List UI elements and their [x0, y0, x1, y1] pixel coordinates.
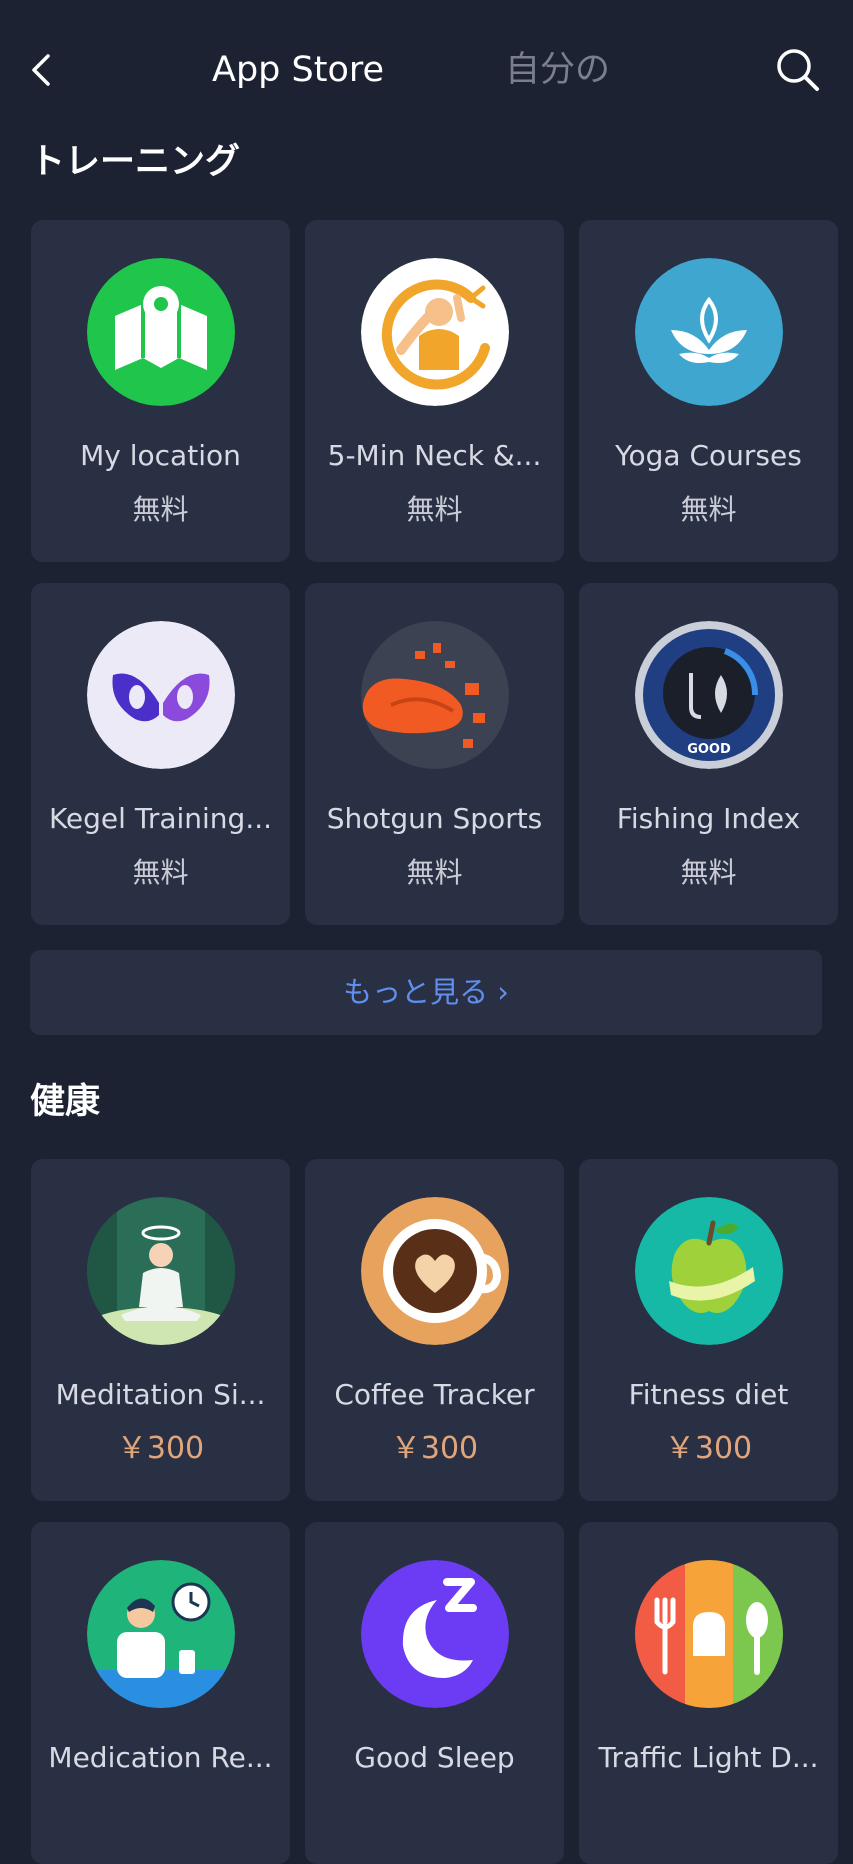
app-name: Kegel Training... [48, 802, 273, 835]
fishing-gauge-icon: GOOD [635, 621, 783, 769]
coffee-cup-icon [361, 1197, 509, 1345]
app-card-neck[interactable]: 5-Min Neck &... 無料 [305, 220, 564, 562]
app-card-shotgun[interactable]: Shotgun Sports 無料 [305, 583, 564, 925]
medication-reminder-icon [87, 1560, 235, 1708]
gauge-badge-text: GOOD [687, 742, 731, 757]
app-name: Fishing Index [616, 802, 801, 835]
app-price: 無料 [406, 856, 463, 889]
app-name: Yoga Courses [615, 439, 802, 472]
app-name: Good Sleep [354, 1741, 515, 1774]
app-price: 無料 [680, 493, 737, 526]
app-name: Meditation Si... [55, 1378, 266, 1411]
tab-app-store[interactable]: App Store [212, 48, 384, 92]
app-price: 無料 [132, 493, 189, 526]
app-price: 無料 [406, 493, 463, 526]
neck-stretch-icon [361, 258, 509, 406]
app-name: 5-Min Neck &... [327, 439, 542, 472]
section-title-health: 健康 [30, 1082, 101, 1122]
clay-target-icon [361, 621, 509, 769]
moon-sleep-icon [361, 1560, 509, 1708]
app-price: ￥300 [390, 1431, 479, 1466]
see-more-button[interactable]: もっと見る › [30, 950, 822, 1035]
app-card-fishing[interactable]: GOOD Fishing Index 無料 [579, 583, 838, 925]
back-button[interactable] [28, 50, 56, 90]
app-card-yoga[interactable]: Yoga Courses 無料 [579, 220, 838, 562]
app-card-coffee[interactable]: Coffee Tracker ￥300 [305, 1159, 564, 1501]
app-card-my-location[interactable]: My location 無料 [31, 220, 290, 562]
app-card-meditation[interactable]: Meditation Si... ￥300 [31, 1159, 290, 1501]
section-title-training: トレーニング [30, 142, 241, 182]
search-button[interactable] [774, 46, 822, 94]
meditation-icon [87, 1197, 235, 1345]
lotus-icon [635, 258, 783, 406]
top-bar: App Store 自分の [0, 0, 853, 140]
app-card-kegel[interactable]: Kegel Training... 無料 [31, 583, 290, 925]
app-card-good-sleep[interactable]: Good Sleep [305, 1522, 564, 1864]
app-card-medication[interactable]: Medication Re... [31, 1522, 290, 1864]
app-price: 無料 [680, 856, 737, 889]
app-card-traffic-light-diet[interactable]: Traffic Light D... [579, 1522, 838, 1864]
app-price: 無料 [132, 856, 189, 889]
app-price: ￥300 [664, 1431, 753, 1466]
app-name: Traffic Light D... [598, 1741, 819, 1774]
app-card-fitness-diet[interactable]: Fitness diet ￥300 [579, 1159, 838, 1501]
app-name: Medication Re... [48, 1741, 273, 1774]
apple-tape-icon [635, 1197, 783, 1345]
app-name: My location [80, 439, 241, 472]
app-name: Shotgun Sports [326, 802, 543, 835]
butterfly-icon [87, 621, 235, 769]
map-pin-icon [87, 258, 235, 406]
chevron-left-icon [32, 54, 50, 86]
diet-utensils-icon [635, 1560, 783, 1708]
app-name: Coffee Tracker [334, 1378, 535, 1411]
app-name: Fitness diet [628, 1378, 789, 1411]
app-price: ￥300 [116, 1431, 205, 1466]
search-icon [777, 49, 819, 91]
tab-mine[interactable]: 自分の [505, 48, 610, 92]
